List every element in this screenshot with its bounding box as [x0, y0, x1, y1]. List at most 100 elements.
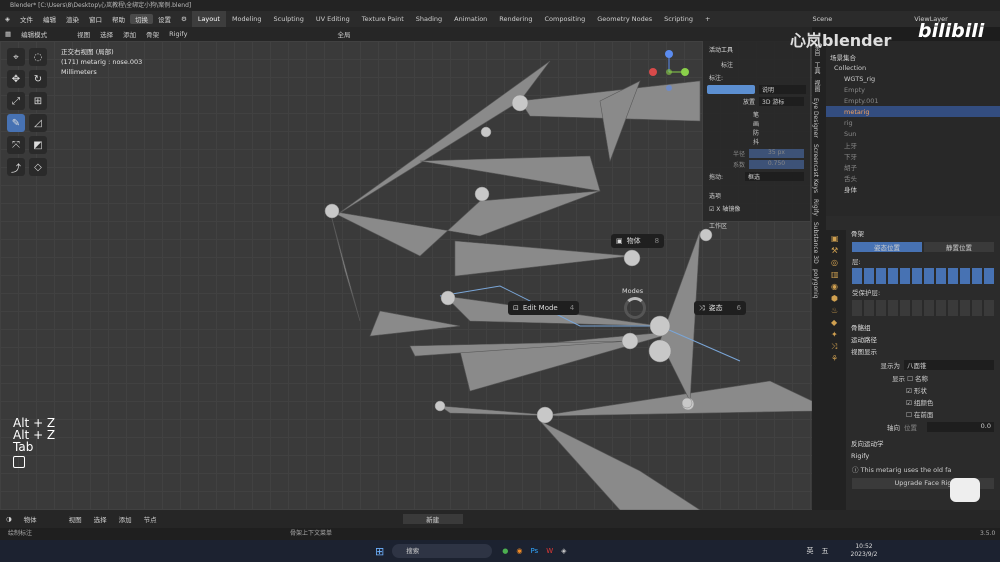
axes-position-field[interactable]: 0.0 — [927, 422, 994, 432]
pie-edit-mode-button[interactable]: ⊡ Edit Mode 4 — [508, 301, 580, 315]
display-as-dropdown[interactable]: 八面锥 — [904, 360, 994, 370]
add-workspace-icon[interactable]: + — [699, 11, 716, 27]
shapes-checkbox[interactable]: 形状 — [914, 387, 927, 395]
tab-polygoniq[interactable]: polygoniq — [812, 266, 819, 301]
outliner-row[interactable]: 上牙 — [826, 139, 1000, 150]
outliner-row[interactable]: 胡子 — [826, 161, 1000, 172]
armature-bones[interactable] — [0, 41, 812, 510]
wps-icon[interactable]: W — [546, 547, 553, 555]
menu-render[interactable]: 渲染 — [61, 14, 84, 24]
x-mirror-checkbox[interactable]: ☑ X 轴镜像 — [703, 202, 810, 215]
rotate-icon[interactable]: ↻ — [29, 70, 47, 88]
tab-eye-designer[interactable]: Eye Designer — [812, 95, 819, 141]
outliner-row-selected[interactable]: metarig — [826, 106, 1000, 117]
photoshop-icon[interactable]: Ps — [530, 547, 538, 555]
options-section[interactable]: 选项 — [703, 183, 810, 202]
pie-object-button[interactable]: ▣ 物体 8 — [611, 234, 665, 248]
rest-position-button[interactable]: 静置位置 — [924, 242, 994, 252]
annotate-icon[interactable]: ✎ — [7, 114, 25, 132]
outliner-row[interactable]: 身体 — [826, 183, 1000, 194]
property-tab-icons[interactable]: ▣ ⚒ ◎ ▥ ◉ ⬢ ♨ ◆ ✦ ⤨ ⚘ — [826, 230, 846, 368]
extrude-icon[interactable]: ⤴ — [7, 158, 25, 176]
tab-uv-editing[interactable]: UV Editing — [310, 11, 356, 27]
blender-logo-icon[interactable]: ◈ — [0, 15, 15, 23]
bottom-menu-node[interactable]: 节点 — [138, 514, 163, 524]
tab-view[interactable]: 视图 — [812, 77, 821, 95]
radius-field[interactable]: 35 px — [749, 149, 804, 158]
bone-size-icon[interactable]: ◩ — [29, 136, 47, 154]
tab-rendering[interactable]: Rendering — [493, 11, 538, 27]
tab-animation[interactable]: Animation — [448, 11, 493, 27]
drag-dropdown[interactable]: 框选 — [745, 172, 804, 181]
outliner-row[interactable]: 下牙 — [826, 150, 1000, 161]
names-checkbox[interactable]: 名称 — [915, 375, 928, 383]
cursor-icon[interactable]: ⌖ — [7, 48, 25, 66]
viewport-display-section[interactable]: 视图显示 — [848, 346, 998, 358]
tab-scripting[interactable]: Scripting — [658, 11, 699, 27]
ime-lang[interactable]: 英 — [807, 546, 814, 556]
windows-start-icon[interactable]: ⊞ — [375, 545, 384, 558]
transform-icon[interactable]: ⊞ — [29, 92, 47, 110]
tab-modeling[interactable]: Modeling — [226, 11, 268, 27]
chrome-icon[interactable]: ● — [502, 547, 508, 555]
scale-icon[interactable]: ⤢ — [7, 92, 25, 110]
blender-taskbar-icon[interactable]: ◉ — [516, 547, 522, 555]
viewport-3d[interactable] — [0, 41, 812, 510]
menu-select[interactable]: 选择 — [95, 29, 118, 39]
clock[interactable]: 10:52 2023/9/2 — [851, 543, 878, 559]
editor-type-icon[interactable]: ▦ — [0, 30, 16, 38]
menu-view[interactable]: 视图 — [72, 29, 95, 39]
move-icon[interactable]: ✥ — [7, 70, 25, 88]
tab-substance[interactable]: Substance 3D — [812, 219, 819, 267]
outliner-row[interactable]: 舌头 — [826, 172, 1000, 183]
annotation-layer[interactable]: 说明 — [759, 85, 806, 94]
outliner-row[interactable]: Empty.001 — [826, 95, 1000, 106]
menu-settings[interactable]: 设置 — [153, 14, 176, 24]
in-front-checkbox[interactable]: 在前面 — [914, 411, 934, 419]
motion-paths-section[interactable]: 运动路径 — [848, 334, 998, 346]
tab-tool[interactable]: 工具 — [812, 59, 821, 77]
ime-mode[interactable]: 五 — [822, 546, 829, 556]
armature-section[interactable]: 骨架 — [848, 228, 998, 240]
tab-compositing[interactable]: Compositing — [539, 11, 592, 27]
menu-file[interactable]: 文件 — [15, 14, 38, 24]
menu-switch[interactable]: 切换 — [130, 14, 153, 24]
ik-section[interactable]: 反向运动学 — [848, 438, 998, 450]
tab-sculpting[interactable]: Sculpting — [268, 11, 310, 27]
outliner-row[interactable]: Empty — [826, 84, 1000, 95]
pose-position-button[interactable]: 姿态位置 — [852, 242, 922, 252]
pie-pose-button[interactable]: ⤨ 姿态 6 — [694, 301, 747, 315]
tab-shading[interactable]: Shading — [410, 11, 448, 27]
annotation-color-swatch[interactable] — [707, 85, 755, 94]
roll-icon[interactable]: ⤧ — [7, 136, 25, 154]
new-button[interactable]: 新建 — [402, 514, 463, 524]
tab-geometry-nodes[interactable]: Geometry Nodes — [591, 11, 658, 27]
measure-icon[interactable]: ◿ — [29, 114, 47, 132]
factor-field[interactable]: 0.750 — [749, 160, 804, 169]
rigify-section[interactable]: Rigify — [848, 450, 998, 462]
taskbar-search[interactable]: 搜索 — [392, 544, 493, 558]
mode-selector[interactable]: 编辑模式 — [16, 29, 52, 39]
editor-type-icon[interactable]: ◑ — [0, 515, 18, 523]
protected-layer-grid[interactable] — [852, 300, 994, 316]
layer-grid[interactable] — [852, 268, 994, 284]
outliner-row[interactable]: rig — [826, 117, 1000, 128]
outliner-row[interactable]: WGTS_rig — [826, 73, 1000, 84]
menu-rigify[interactable]: Rigify — [164, 30, 192, 38]
menu-armature[interactable]: 骨架 — [141, 29, 164, 39]
stabilize-checkbox[interactable]: 笔画防抖 — [703, 108, 810, 148]
bone-envelope-icon[interactable]: ◇ — [29, 158, 47, 176]
tab-layout[interactable]: Layout — [191, 11, 226, 27]
outliner-root[interactable]: 场景集合 — [826, 51, 1000, 62]
scene-selector[interactable]: Scene — [806, 11, 838, 27]
transform-orientation[interactable]: 全局 — [332, 29, 355, 39]
select-box-icon[interactable]: ◌ — [29, 48, 47, 66]
bone-groups-section[interactable]: 骨骼组 — [848, 322, 998, 334]
menu-help[interactable]: 帮助 — [107, 14, 130, 24]
bottom-mode-selector[interactable]: 物体 — [18, 514, 43, 524]
tab-texture-paint[interactable]: Texture Paint — [356, 11, 410, 27]
app-icon[interactable]: ◈ — [561, 547, 566, 555]
navigation-gizmo[interactable] — [645, 46, 695, 96]
menu-add[interactable]: 添加 — [118, 29, 141, 39]
bottom-menu-view[interactable]: 视图 — [63, 514, 88, 524]
